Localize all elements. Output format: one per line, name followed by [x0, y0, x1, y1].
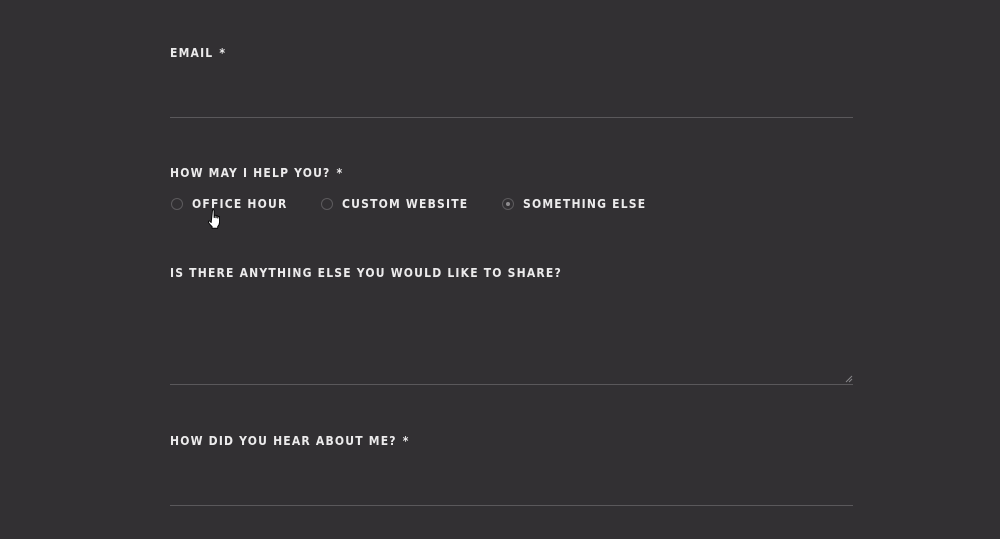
- share-textarea[interactable]: [170, 290, 853, 384]
- hear-field[interactable]: [170, 472, 853, 506]
- help-label-text: HOW MAY I HELP YOU?: [170, 166, 331, 180]
- radio-office-hour-circle[interactable]: [171, 198, 183, 210]
- help-label: HOW MAY I HELP YOU? *: [170, 166, 343, 180]
- share-label: IS THERE ANYTHING ELSE YOU WOULD LIKE TO…: [170, 266, 562, 280]
- radio-something-else-label[interactable]: SOMETHING ELSE: [523, 197, 646, 211]
- hand-pointer-icon: [208, 209, 220, 229]
- hear-label-text: HOW DID YOU HEAR ABOUT ME?: [170, 434, 397, 448]
- radio-custom-website-circle[interactable]: [321, 198, 333, 210]
- radio-office-hour-label[interactable]: OFFICE HOUR: [192, 197, 288, 211]
- radio-office-hour[interactable]: OFFICE HOUR: [171, 194, 288, 214]
- radio-selected-dot: [506, 202, 510, 206]
- share-label-text: IS THERE ANYTHING ELSE YOU WOULD LIKE TO…: [170, 266, 562, 280]
- email-label: EMAIL *: [170, 46, 226, 60]
- resize-grip-icon[interactable]: [845, 375, 853, 383]
- hear-label: HOW DID YOU HEAR ABOUT ME? *: [170, 434, 410, 448]
- help-required-mark: *: [336, 166, 344, 180]
- email-field[interactable]: [170, 86, 853, 118]
- radio-custom-website[interactable]: CUSTOM WEBSITE: [321, 194, 468, 214]
- radio-custom-website-label[interactable]: CUSTOM WEBSITE: [342, 197, 468, 211]
- hear-required-mark: *: [402, 434, 410, 448]
- share-textarea-wrap: [170, 290, 853, 385]
- radio-something-else[interactable]: SOMETHING ELSE: [502, 194, 646, 214]
- email-label-text: EMAIL: [170, 46, 214, 60]
- help-radio-group: OFFICE HOUR CUSTOM WEBSITE SOMETHING ELS…: [170, 194, 853, 214]
- radio-something-else-circle[interactable]: [502, 198, 514, 210]
- email-required-mark: *: [219, 46, 227, 60]
